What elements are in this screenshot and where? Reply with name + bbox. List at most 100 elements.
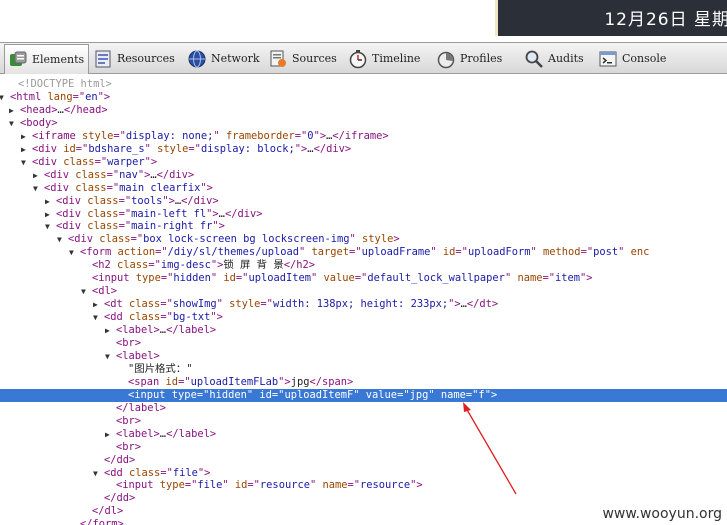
markup-token: class bbox=[75, 168, 107, 181]
markup-token: =" bbox=[247, 479, 260, 492]
markup-token: </dt> bbox=[466, 298, 499, 311]
tab-profiles[interactable]: Profiles bbox=[436, 45, 502, 72]
dom-node[interactable]: ▼ <div class="box lock-screen bg lockscre… bbox=[0, 233, 727, 246]
dom-node[interactable]: ▶ <div class="main-left fl">…</div> bbox=[0, 208, 727, 221]
dom-node[interactable]: ▼ <div class="warper"> bbox=[0, 156, 727, 169]
dom-node[interactable]: "图片格式：" bbox=[0, 363, 727, 376]
markup-token: id bbox=[165, 375, 179, 388]
dom-node[interactable]: ▼ <dd class="file"> bbox=[0, 467, 727, 480]
collapse-triangle-icon[interactable]: ▼ bbox=[69, 246, 79, 259]
collapse-triangle-icon[interactable]: ▼ bbox=[0, 91, 9, 104]
dom-node[interactable]: </dd> bbox=[0, 492, 727, 505]
markup-token: =" bbox=[160, 466, 173, 479]
markup-token: " bbox=[618, 246, 631, 259]
markup-token: =" bbox=[184, 479, 198, 492]
markup-token: file bbox=[172, 466, 198, 479]
collapse-triangle-icon[interactable]: ▼ bbox=[105, 350, 115, 363]
dom-node[interactable]: <input type="hidden" id="uploadItem" val… bbox=[0, 272, 727, 285]
elements-icon bbox=[8, 50, 28, 70]
markup-token: =" bbox=[455, 246, 468, 259]
tab-elements[interactable]: Elements bbox=[4, 44, 90, 74]
tab-sources[interactable]: Sources bbox=[268, 45, 337, 72]
markup-token: id bbox=[442, 246, 456, 259]
dom-node-markup: <div class="box lock-screen bg lockscree… bbox=[68, 233, 400, 246]
dom-node[interactable]: <br> bbox=[0, 441, 727, 454]
markup-token: 锁 屏 背 景 bbox=[223, 259, 284, 272]
expand-triangle-icon[interactable]: ▶ bbox=[21, 143, 31, 156]
markup-token: </label> bbox=[166, 427, 217, 440]
dom-node[interactable]: ▶ <label>…</label> bbox=[0, 428, 727, 441]
dom-node-markup: <br> bbox=[116, 337, 141, 350]
dom-node[interactable]: ▶ <label>…</label> bbox=[0, 324, 727, 337]
collapse-triangle-icon[interactable]: ▼ bbox=[93, 467, 103, 480]
dom-node-selected[interactable]: <input type="hidden" id="uploadItemF" va… bbox=[0, 388, 727, 402]
dom-node[interactable]: </dd> bbox=[0, 454, 727, 467]
tab-timeline[interactable]: Timeline bbox=[348, 45, 420, 72]
markup-token: class bbox=[75, 181, 107, 194]
markup-token: <input bbox=[116, 479, 160, 492]
dom-node[interactable]: ▼ <form action="/diy/sl/themes/upload" ta… bbox=[0, 246, 727, 259]
markup-token: </form> bbox=[80, 518, 124, 525]
dom-node[interactable]: ▶ <div id="bdshare_s" style="display: blo… bbox=[0, 143, 727, 156]
expand-triangle-icon[interactable]: ▶ bbox=[93, 298, 103, 311]
dom-node[interactable]: <input type="file" id="resource" name="r… bbox=[0, 479, 727, 492]
tab-console[interactable]: Console bbox=[598, 45, 666, 72]
expand-triangle-icon[interactable]: ▶ bbox=[33, 169, 43, 182]
dom-node[interactable]: </label> bbox=[0, 402, 727, 415]
markup-token: "> bbox=[197, 466, 211, 479]
collapse-triangle-icon[interactable]: ▼ bbox=[9, 117, 19, 130]
dom-node-markup: <body> bbox=[20, 117, 58, 130]
markup-token: "> bbox=[580, 272, 593, 285]
dom-node[interactable]: ▼ <label> bbox=[0, 350, 727, 363]
expand-triangle-icon[interactable]: ▶ bbox=[45, 208, 55, 221]
markup-token: =" bbox=[94, 155, 108, 168]
expand-triangle-icon[interactable]: ▶ bbox=[21, 130, 31, 143]
dom-node[interactable]: <br> bbox=[0, 337, 727, 350]
expand-triangle-icon[interactable]: ▶ bbox=[45, 195, 55, 208]
collapse-triangle-icon[interactable]: ▼ bbox=[93, 311, 103, 324]
expand-triangle-icon[interactable]: ▶ bbox=[105, 324, 115, 337]
markup-token: <iframe bbox=[32, 129, 83, 142]
tab-network[interactable]: Network bbox=[187, 45, 260, 72]
markup-token: =" bbox=[271, 388, 285, 401]
markup-token: <div bbox=[56, 220, 88, 233]
sources-icon bbox=[268, 49, 288, 69]
dom-node[interactable]: <span id="uploadItemFLab">jpg</span> bbox=[0, 376, 727, 389]
markup-token: lang bbox=[47, 90, 73, 103]
collapse-triangle-icon[interactable]: ▼ bbox=[45, 220, 55, 233]
expand-triangle-icon[interactable]: ▶ bbox=[9, 104, 19, 117]
dom-node[interactable]: <br> bbox=[0, 415, 727, 428]
dom-node[interactable]: ▼ <div class="main clearfix"> bbox=[0, 182, 727, 195]
dom-node[interactable]: ▼ <div class="main-right fr"> bbox=[0, 220, 727, 233]
markup-token: showImg bbox=[172, 298, 217, 311]
tab-audits[interactable]: Audits bbox=[524, 45, 584, 72]
dom-node[interactable]: <!DOCTYPE html> bbox=[0, 78, 727, 91]
markup-token: box lock-screen bg lockscreen-img bbox=[143, 233, 350, 246]
collapse-triangle-icon[interactable]: ▼ bbox=[81, 285, 91, 298]
expand-triangle-icon[interactable]: ▶ bbox=[105, 428, 115, 441]
dom-node-markup: <div class="tools">…</div> bbox=[56, 195, 219, 208]
dom-node[interactable]: ▼ <dd class="bg-txt"> bbox=[0, 311, 727, 324]
markup-token: =" bbox=[260, 298, 273, 311]
dom-node[interactable]: ▶ <dt class="showImg" style="width: 138px… bbox=[0, 298, 727, 311]
dom-node[interactable]: ▶ <div class="tools">…</div> bbox=[0, 195, 727, 208]
dom-node[interactable]: ▼ <dl> bbox=[0, 285, 727, 298]
markup-token: class bbox=[99, 233, 131, 246]
collapse-triangle-icon[interactable]: ▼ bbox=[57, 233, 67, 246]
collapse-triangle-icon[interactable]: ▼ bbox=[21, 156, 31, 169]
dom-node-markup: <dd class="bg-txt"> bbox=[104, 311, 223, 324]
dom-node[interactable]: ▼ <body> bbox=[0, 117, 727, 130]
collapse-triangle-icon[interactable]: ▼ bbox=[33, 182, 43, 195]
dom-node[interactable]: ▶ <div class="nav">…</div> bbox=[0, 169, 727, 182]
dom-node[interactable]: ▼ <html lang="en"> bbox=[0, 91, 727, 104]
tab-resources[interactable]: Resources bbox=[93, 45, 175, 72]
dom-node[interactable]: <h2 class="img-desc">锁 屏 背 景</h2> bbox=[0, 259, 727, 272]
markup-token: en bbox=[85, 90, 98, 103]
audits-icon bbox=[524, 49, 544, 69]
markup-token: <br> bbox=[116, 337, 142, 349]
dom-node[interactable]: ▶ <iframe style="display: none;" framebor… bbox=[0, 130, 727, 143]
dom-node[interactable]: ▶ <head>…</head> bbox=[0, 104, 727, 117]
markup-token: > bbox=[393, 233, 400, 246]
dom-node-markup: <label>…</label> bbox=[116, 324, 216, 337]
markup-token: <div bbox=[56, 194, 88, 207]
